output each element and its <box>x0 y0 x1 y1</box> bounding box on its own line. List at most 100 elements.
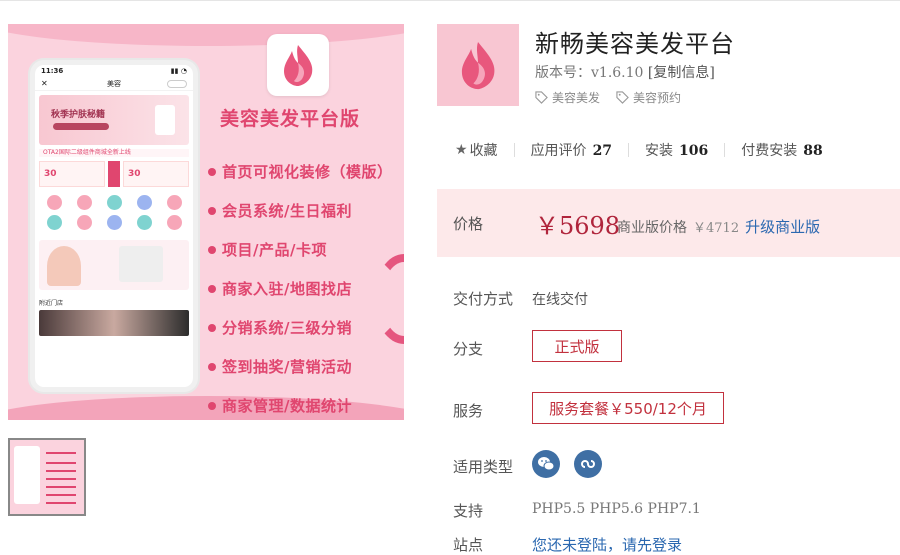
delivery-label: 交付方式 <box>453 290 514 308</box>
feature-text: 会员系统/生日福利 <box>222 202 352 220</box>
paid-install-stat: 付费安装 88 <box>741 140 822 160</box>
feature-item: 首页可视化装修（模版） <box>208 152 393 191</box>
business-price-value: ￥4712 <box>693 221 740 236</box>
bullet-icon <box>208 362 216 371</box>
version-number: v1.6.10 <box>591 65 644 81</box>
platform-types <box>532 450 602 478</box>
flame-logo-icon <box>284 45 313 86</box>
branch-label: 分支 <box>453 340 484 358</box>
phone-coupon: 30 <box>39 161 105 187</box>
thumbnail-phone <box>14 446 40 504</box>
phone-banner-pill <box>53 123 109 130</box>
types-label: 适用类型 <box>453 458 514 476</box>
thumbnail-line <box>46 462 76 464</box>
phone-notice: OTA2国际二级组件商城全新上线 <box>39 149 189 157</box>
thumbnail-line <box>46 486 76 488</box>
phone-time: 11:36 <box>41 67 64 75</box>
category-icon <box>76 195 92 210</box>
feature-item: 会员系统/生日福利 <box>208 191 393 230</box>
feature-text: 商家入驻/地图找店 <box>222 280 352 298</box>
feature-text: 签到抽奖/营销活动 <box>222 358 352 376</box>
install-label: 安装 <box>645 143 674 159</box>
stats-bar: ★ 收藏 应用评价 27 安装 106 付费安装 88 <box>455 140 823 160</box>
service-label: 服务 <box>453 402 484 420</box>
category-icon <box>46 215 62 230</box>
close-icon: ✕ <box>41 79 48 88</box>
feature-text: 首页可视化装修（模版） <box>222 163 393 181</box>
feature-item: 分销系统/三级分销 <box>208 308 393 347</box>
gallery-thumbnail[interactable] <box>8 438 86 516</box>
support-label: 支持 <box>453 502 484 520</box>
bullet-icon <box>208 245 216 254</box>
bullet-icon <box>208 206 216 215</box>
service-option-button[interactable]: 服务套餐￥550/12个月 <box>532 392 724 424</box>
category-icon <box>166 215 182 230</box>
version-label: 版本号： <box>535 65 591 81</box>
feature-item: 项目/产品/卡项 <box>208 230 393 269</box>
promo-product <box>119 246 163 282</box>
tag-item[interactable]: 美容美发 <box>535 89 600 106</box>
model-photo <box>47 246 81 286</box>
version-info: 版本号：v1.6.10 [复制信息] <box>535 62 715 82</box>
favorite-button[interactable]: ★ 收藏 <box>455 140 498 160</box>
branch-option-button[interactable]: 正式版 <box>532 330 622 362</box>
feature-item: 商家管理/数据统计 <box>208 386 393 420</box>
bullet-icon <box>208 401 216 410</box>
flame-logo-icon <box>461 42 495 90</box>
paid-install-label: 付费安装 <box>741 143 798 159</box>
divider <box>513 143 515 157</box>
phone-coupon: 30 <box>123 161 189 187</box>
divider <box>724 143 726 157</box>
price-box: 价格 ￥5698 商业版价格 ￥4712 升级商业版 <box>437 189 900 257</box>
tag-icon <box>535 91 548 104</box>
phone-banner-product <box>155 105 175 135</box>
thumbnail-line <box>46 470 76 472</box>
category-icon <box>46 195 62 210</box>
install-stat: 安装 106 <box>645 140 708 160</box>
signal-icon: ▮▮ ◔ <box>170 67 187 75</box>
feature-item: 商家入驻/地图找店 <box>208 269 393 308</box>
phone-mockup: 11:36 ▮▮ ◔ ✕ 美容 秋季护肤秘籍 OTA2国际二级组件商城全新上线 … <box>30 60 198 392</box>
business-price-label: 商业版价格 <box>617 220 687 236</box>
store-photo <box>39 310 189 336</box>
product-banner-image[interactable]: 11:36 ▮▮ ◔ ✕ 美容 秋季护肤秘籍 OTA2国际二级组件商城全新上线 … <box>8 24 404 420</box>
thumbnail-line <box>46 478 76 480</box>
thumbnail-line <box>46 502 76 504</box>
category-icon <box>106 215 122 230</box>
site-label: 站点 <box>453 536 484 554</box>
app-title: 新畅美容美发平台 <box>535 30 735 58</box>
login-prompt-link[interactable]: 您还未登陆，请先登录 <box>532 534 682 555</box>
phone-status-bar: 11:36 ▮▮ ◔ <box>35 65 193 77</box>
upgrade-business-link[interactable]: 升级商业版 <box>745 216 820 237</box>
category-icon <box>136 215 152 230</box>
phone-banner-text: 秋季护肤秘籍 <box>51 110 106 120</box>
price-value: ￥5698 <box>535 212 621 240</box>
phone-promo-card <box>39 240 189 290</box>
feature-text: 分销系统/三级分销 <box>222 319 352 337</box>
tag-list: 美容美发 美容预约 <box>535 89 681 106</box>
rating-stat[interactable]: 应用评价 27 <box>531 140 612 160</box>
tag-item[interactable]: 美容预约 <box>616 89 681 106</box>
phone-nav-title: 美容 <box>107 79 121 88</box>
feature-item: 签到抽奖/营销活动 <box>208 347 393 386</box>
support-value: PHP5.5 PHP5.6 PHP7.1 <box>532 501 701 517</box>
category-icon <box>136 195 152 210</box>
feature-text: 商家管理/数据统计 <box>222 397 352 415</box>
category-icon <box>106 195 122 210</box>
banner-title: 美容美发平台版 <box>220 108 361 130</box>
feature-text: 项目/产品/卡项 <box>222 241 327 259</box>
paid-install-count: 88 <box>803 143 823 159</box>
delivery-value: 在线交付 <box>532 292 588 308</box>
divider <box>628 143 630 157</box>
star-icon: ★ <box>455 142 468 158</box>
bullet-icon <box>208 323 216 332</box>
thumbnail-line <box>46 494 76 496</box>
phone-banner: 秋季护肤秘籍 <box>39 95 189 145</box>
phone-icon-grid <box>39 195 189 230</box>
wechat-icon <box>532 450 560 478</box>
thumbnail-line <box>46 452 76 454</box>
phone-store-label: 附近门店 <box>39 300 64 307</box>
copy-info-link[interactable]: [复制信息] <box>648 65 715 81</box>
app-logo <box>437 24 519 106</box>
rating-label: 应用评价 <box>530 143 587 159</box>
